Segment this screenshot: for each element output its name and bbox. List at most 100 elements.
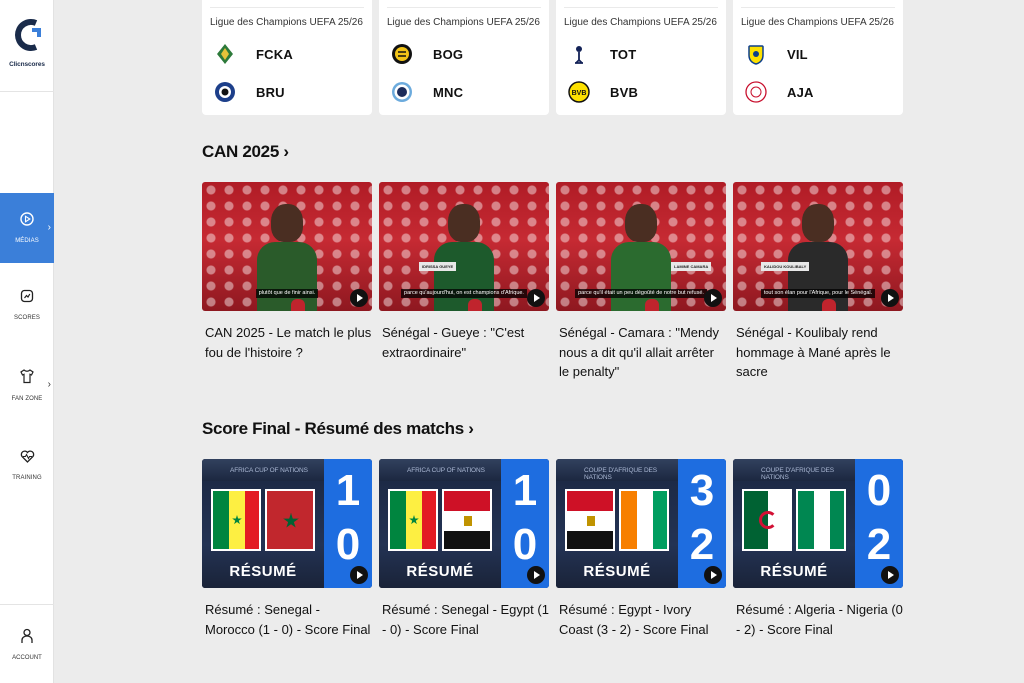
app-logo[interactable]: Clicnscores [0, 0, 54, 92]
team-name: VIL [787, 46, 808, 62]
competition-banner: COUPE D'AFRIQUE DES NATIONS [556, 459, 678, 481]
video-thumbnail[interactable]: COUPE D'AFRIQUE DES NATIONS RÉSUMÉ 0 2 [733, 459, 903, 588]
team-row-home: VIL [745, 41, 808, 67]
account-label: ACCOUNT [12, 654, 42, 661]
fcka-crest-icon [217, 44, 233, 64]
bog-crest-icon [392, 44, 412, 64]
video-title[interactable]: Résumé : Algeria - Nigeria (0 - 2) - Sco… [733, 600, 903, 639]
video-subtitle: parce qu'il était un peu dégoûté de notr… [575, 289, 707, 298]
resume-label: RÉSUMÉ [229, 563, 297, 580]
sidebar: Clicnscores MÉDIAS › SCORES FAN ZONE › T… [0, 0, 54, 683]
video-card[interactable]: COUPE D'AFRIQUE DES NATIONS RÉSUMÉ 3 2 R… [556, 459, 726, 639]
home-score: 1 [335, 466, 361, 515]
team-name: BRU [256, 84, 285, 100]
aja-crest-icon [745, 81, 767, 103]
match-card[interactable]: Ligue des Champions UEFA 25/26 BOG MNC [379, 0, 549, 115]
video-title[interactable]: Résumé : Senegal - Egypt (1 - 0) - Score… [379, 600, 549, 639]
nav-item-training[interactable]: TRAINING [0, 430, 54, 500]
user-icon [21, 628, 33, 649]
away-score: 2 [689, 520, 715, 569]
video-card[interactable]: AFRICA CUP OF NATIONS RÉSUMÉ 1 0 Résumé … [379, 459, 549, 639]
svg-text:BVB: BVB [572, 90, 587, 97]
video-title[interactable]: Sénégal - Koulibaly rend hommage à Mané … [733, 323, 903, 382]
match-card[interactable]: Ligue des Champions UEFA 25/26 TOT BVB B… [556, 0, 726, 115]
play-circle-icon [20, 212, 34, 231]
egypt-flag-icon [565, 489, 615, 551]
nav-label-scores: SCORES [14, 315, 40, 321]
morocco-flag-icon [265, 489, 315, 551]
competition-banner: AFRICA CUP OF NATIONS [379, 459, 501, 481]
nav-item-scores[interactable]: SCORES [0, 270, 54, 340]
player-name-caption: LAMINE CAMARA [671, 262, 712, 271]
home-score: 0 [866, 466, 892, 515]
team-name: BOG [433, 46, 464, 62]
competition-label: Ligue des Champions UEFA 25/26 [741, 17, 894, 28]
video-subtitle: parce qu'aujourd'hui, on est champions d… [401, 289, 527, 298]
team-row-away: AJA [745, 79, 814, 105]
video-card[interactable]: AFRICA CUP OF NATIONS RÉSUMÉ 1 0 Résumé … [202, 459, 372, 639]
chevron-right-icon: › [47, 379, 51, 390]
home-score: 1 [512, 466, 538, 515]
bru-crest-icon [215, 82, 235, 102]
video-thumbnail[interactable]: KALIDOU KOULIBALY tout son élan pour l'A… [733, 182, 903, 311]
competition-label: Ligue des Champions UEFA 25/26 [387, 17, 540, 28]
video-thumbnail[interactable]: LAMINE CAMARA parce qu'il était un peu d… [556, 182, 726, 311]
team-name: TOT [610, 46, 637, 62]
video-card[interactable]: COUPE D'AFRIQUE DES NATIONS RÉSUMÉ 0 2 R… [733, 459, 903, 639]
team-row-home: TOT [568, 41, 636, 67]
player-name-caption: KALIDOU KOULIBALY [761, 262, 810, 271]
chevron-right-icon: › [47, 222, 51, 233]
video-title[interactable]: Résumé : Egypt - Ivory Coast (3 - 2) - S… [556, 600, 726, 639]
tot-crest-icon [575, 46, 583, 64]
video-title[interactable]: Résumé : Senegal - Morocco (1 - 0) - Sco… [202, 600, 372, 639]
play-button-icon[interactable] [527, 566, 545, 584]
team-name: BVB [610, 84, 639, 100]
video-title[interactable]: Sénégal - Gueye : "C'est extraordinaire" [379, 323, 549, 362]
scoreboard-icon [20, 289, 34, 308]
video-thumbnail[interactable]: COUPE D'AFRIQUE DES NATIONS RÉSUMÉ 3 2 [556, 459, 726, 588]
jersey-icon [20, 368, 34, 389]
video-thumbnail[interactable]: AFRICA CUP OF NATIONS RÉSUMÉ 1 0 [202, 459, 372, 588]
ivory-coast-flag-icon [619, 489, 669, 551]
video-card[interactable]: plutôt que de finir ainsi. CAN 2025 - Le… [202, 182, 372, 362]
match-card[interactable]: Ligue des Champions UEFA 25/26 VIL AJA [733, 0, 903, 115]
competition-banner: COUPE D'AFRIQUE DES NATIONS [733, 459, 855, 481]
video-card[interactable]: LAMINE CAMARA parce qu'il était un peu d… [556, 182, 726, 382]
nav-item-account[interactable]: ACCOUNT [0, 604, 54, 683]
team-row-away: BVB BVB [568, 79, 638, 105]
team-row-away: BRU [214, 79, 285, 105]
team-name: MNC [433, 84, 464, 100]
play-button-icon[interactable] [704, 289, 722, 307]
player-name-caption: IDRISSA GUEYE [419, 262, 457, 271]
section-title-can-2025[interactable]: CAN 2025 › [202, 142, 289, 162]
competition-banner: AFRICA CUP OF NATIONS [202, 459, 324, 481]
resume-label: RÉSUMÉ [760, 563, 828, 580]
video-title[interactable]: Sénégal - Camara : "Mendy nous a dit qu'… [556, 323, 726, 382]
bvb-crest-icon: BVB [568, 81, 590, 103]
play-button-icon[interactable] [881, 566, 899, 584]
nav-label-training: TRAINING [12, 474, 42, 481]
team-name: AJA [787, 84, 814, 100]
play-button-icon[interactable] [350, 289, 368, 307]
senegal-flag-icon [388, 489, 438, 551]
away-score: 0 [335, 520, 361, 569]
section-title-score-final[interactable]: Score Final - Résumé des matchs › [202, 419, 474, 439]
video-thumbnail[interactable]: AFRICA CUP OF NATIONS RÉSUMÉ 1 0 [379, 459, 549, 588]
match-card[interactable]: Ligue des Champions UEFA 25/26 FCKA BRU [202, 0, 372, 115]
video-subtitle: tout son élan pour l'Afrique, pour le Sé… [760, 289, 876, 298]
video-thumbnail[interactable]: plutôt que de finir ainsi. [202, 182, 372, 311]
nav-item-fan-zone[interactable]: FAN ZONE › [0, 350, 54, 420]
play-button-icon[interactable] [704, 566, 722, 584]
play-button-icon[interactable] [527, 289, 545, 307]
nav-label-medias: MÉDIAS [15, 238, 39, 244]
clicnscores-logo-icon [12, 18, 42, 52]
play-button-icon[interactable] [350, 566, 368, 584]
video-thumbnail[interactable]: IDRISSA GUEYE parce qu'aujourd'hui, on e… [379, 182, 549, 311]
play-button-icon[interactable] [881, 289, 899, 307]
video-card[interactable]: KALIDOU KOULIBALY tout son élan pour l'A… [733, 182, 903, 382]
nav-item-medias[interactable]: MÉDIAS › [0, 193, 54, 263]
team-name: FCKA [256, 46, 293, 62]
away-score: 0 [512, 520, 538, 569]
video-card[interactable]: IDRISSA GUEYE parce qu'aujourd'hui, on e… [379, 182, 549, 362]
video-title[interactable]: CAN 2025 - Le match le plus fou de l'his… [202, 323, 372, 362]
